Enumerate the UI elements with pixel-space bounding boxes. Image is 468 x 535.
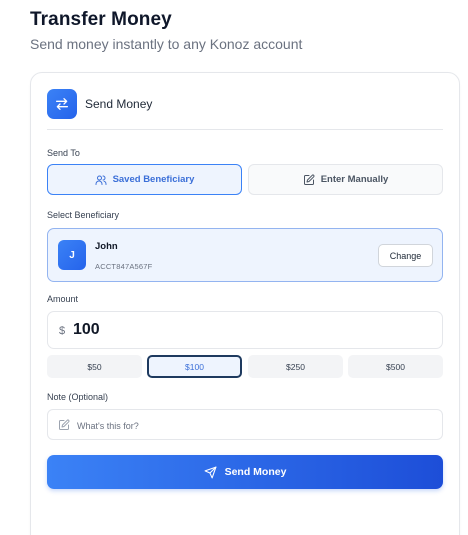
send-money-label: Send Money	[224, 466, 287, 478]
selected-beneficiary-card[interactable]: J John ACCT847A567F Change	[47, 228, 443, 282]
enter-manually-tab[interactable]: Enter Manually	[248, 164, 443, 195]
beneficiary-name: John	[95, 241, 118, 252]
amount-value[interactable]: 100	[73, 321, 100, 339]
users-icon	[95, 175, 107, 185]
edit-icon	[303, 173, 315, 185]
enter-manually-label: Enter Manually	[320, 174, 389, 185]
edit-icon	[59, 419, 70, 430]
quick-amount-100[interactable]: $100	[147, 355, 242, 378]
header-divider	[47, 129, 443, 130]
avatar: J	[58, 240, 86, 270]
card-title: Send Money	[85, 97, 153, 111]
amount-label: Amount	[47, 294, 79, 304]
note-input[interactable]	[77, 417, 427, 434]
send-to-label: Send To	[47, 148, 80, 158]
quick-amount-250[interactable]: $250	[248, 355, 343, 378]
card-header: Send Money	[47, 89, 152, 119]
send-icon	[204, 466, 217, 478]
currency-symbol: $	[59, 325, 66, 337]
transfer-arrows-icon	[47, 89, 77, 119]
change-beneficiary-button[interactable]: Change	[378, 244, 433, 267]
note-field[interactable]	[47, 409, 443, 440]
page-title: Transfer Money	[30, 9, 172, 30]
quick-amount-50[interactable]: $50	[47, 355, 142, 378]
saved-beneficiary-label: Saved Beneficiary	[112, 174, 195, 185]
send-money-button[interactable]: Send Money	[47, 455, 443, 489]
select-beneficiary-label: Select Beneficiary	[47, 210, 120, 220]
saved-beneficiary-tab[interactable]: Saved Beneficiary	[47, 164, 242, 195]
send-money-card: Send Money Send To Saved Beneficiary Ent…	[30, 72, 460, 535]
beneficiary-account: ACCT847A567F	[95, 262, 153, 271]
amount-input[interactable]: $ 100	[47, 311, 443, 349]
quick-amount-500[interactable]: $500	[348, 355, 443, 378]
page-subtitle: Send money instantly to any Konoz accoun…	[30, 36, 303, 52]
note-label: Note (Optional)	[47, 392, 109, 402]
